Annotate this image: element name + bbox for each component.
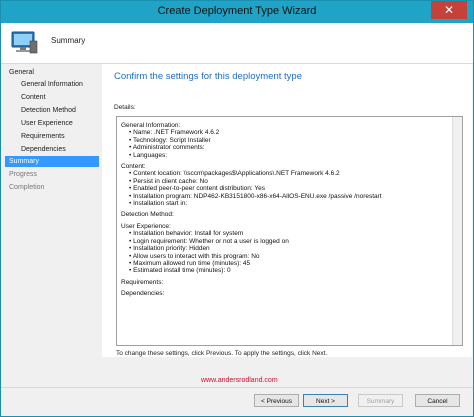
nav-item-content[interactable]: Content bbox=[5, 92, 99, 103]
details-item: • Technology: Script Installer bbox=[129, 136, 211, 144]
nav-item-user-experience[interactable]: User Experience bbox=[5, 118, 99, 129]
details-item: • Persist in client cache: No bbox=[129, 177, 208, 185]
nav-item-progress[interactable]: Progress bbox=[5, 169, 99, 180]
nav-item-detection-method[interactable]: Detection Method bbox=[5, 105, 99, 116]
watermark: www.andersrodland.com bbox=[201, 377, 278, 384]
nav-item-general[interactable]: General bbox=[5, 67, 99, 78]
content-heading: Confirm the settings for this deployment… bbox=[114, 71, 302, 82]
instruction-text: To change these settings, click Previous… bbox=[116, 350, 328, 357]
window-title: Create Deployment Type Wizard bbox=[157, 5, 317, 17]
close-button[interactable]: ✕ bbox=[431, 1, 467, 19]
details-item: • Maximum allowed run time (minutes): 45 bbox=[129, 259, 251, 267]
cancel-button[interactable]: Cancel bbox=[415, 394, 460, 407]
details-item: • Installation start in: bbox=[129, 200, 188, 208]
details-label: Details: bbox=[114, 104, 136, 111]
computer-icon bbox=[11, 31, 38, 54]
details-item: • Languages: bbox=[129, 151, 168, 159]
page-title: Summary bbox=[51, 36, 86, 45]
details-item: • Enabled peer-to-peer content distribut… bbox=[129, 185, 265, 193]
nav-item-requirements[interactable]: Requirements bbox=[5, 131, 99, 142]
details-section-heading: Requirements: bbox=[121, 278, 164, 286]
details-item: • Installation program: NDP462-KB3151800… bbox=[129, 192, 382, 200]
wizard-footer: < Previous Next > Summary Cancel bbox=[1, 387, 473, 417]
details-item: • Administrator comments: bbox=[129, 144, 205, 152]
summary-button: Summary bbox=[358, 394, 403, 407]
details-section-heading: User Experience: bbox=[121, 222, 171, 230]
previous-button[interactable]: < Previous bbox=[254, 394, 299, 407]
nav-item-completion[interactable]: Completion bbox=[5, 182, 99, 193]
details-item: • Content location: \\sccm\packages$\App… bbox=[129, 170, 340, 178]
wizard-nav: General General Information Content Detecti… bbox=[5, 65, 101, 355]
title-bar[interactable]: Create Deployment Type Wizard ✕ bbox=[1, 1, 473, 23]
details-item: • Installation priority: Hidden bbox=[129, 245, 210, 253]
details-text: General Information: • Name: .NET Framewo… bbox=[121, 122, 457, 298]
details-item: • Login requirement: Whether or not a us… bbox=[129, 237, 289, 245]
details-item: • Installation behavior: Install for sys… bbox=[129, 230, 244, 238]
details-item: • Allow users to interact with this prog… bbox=[129, 252, 260, 260]
wizard-header: Summary bbox=[1, 23, 473, 64]
details-section-heading: Content: bbox=[121, 163, 146, 171]
details-item: • Estimated install time (minutes): 0 bbox=[129, 267, 231, 275]
nav-item-general-information[interactable]: General Information bbox=[5, 79, 99, 90]
nav-item-dependencies[interactable]: Dependencies bbox=[5, 144, 99, 155]
nav-item-summary[interactable]: Summary bbox=[5, 156, 99, 167]
close-icon: ✕ bbox=[443, 3, 455, 17]
details-scrollbar[interactable] bbox=[452, 117, 462, 345]
details-textbox[interactable]: General Information: • Name: .NET Framewo… bbox=[116, 116, 463, 346]
details-section-heading: Dependencies: bbox=[121, 290, 165, 298]
wizard-window: Create Deployment Type Wizard ✕ Summary … bbox=[0, 0, 474, 417]
next-button[interactable]: Next > bbox=[303, 394, 348, 407]
details-section-heading: Detection Method: bbox=[121, 211, 174, 219]
content-pane: Confirm the settings for this deployment… bbox=[102, 64, 472, 357]
details-item: • Name: .NET Framework 4.6.2 bbox=[129, 129, 220, 137]
details-section-heading: General Information: bbox=[121, 122, 181, 129]
